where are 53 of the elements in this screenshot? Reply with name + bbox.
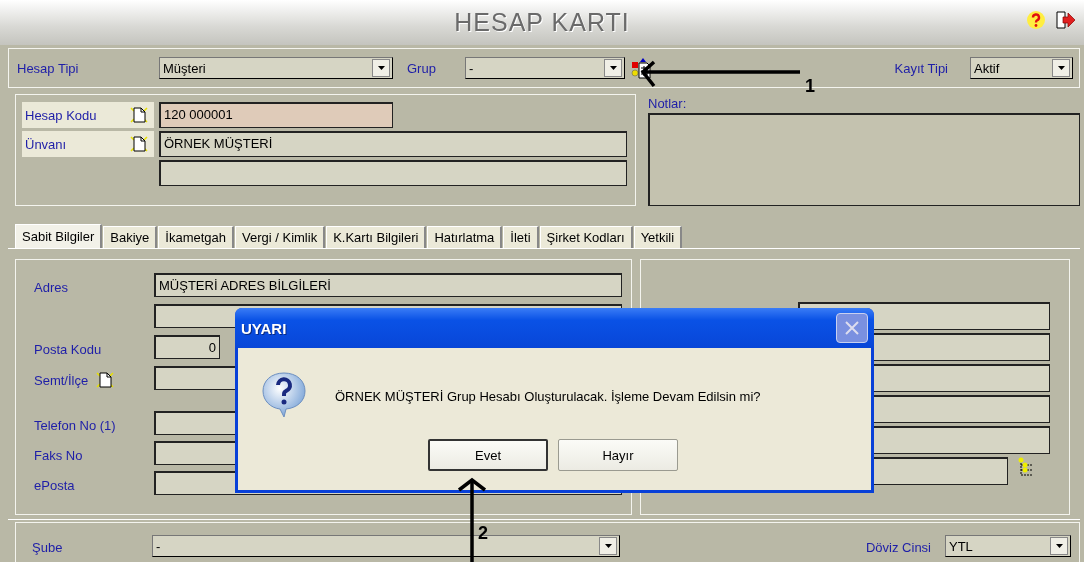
field-label: Kayıt Tipi: [894, 60, 948, 76]
dialog-button[interactable]: Hayır: [558, 439, 678, 471]
exit-icon: [1054, 10, 1076, 30]
caret-icon: [604, 544, 612, 548]
tab[interactable]: İkametgah: [158, 226, 234, 248]
tab[interactable]: Sabit Bilgiler: [15, 224, 103, 248]
tree-icon: [1017, 457, 1035, 477]
caret-icon: [377, 66, 385, 70]
field-label: ePosta: [34, 477, 75, 493]
annotation-number: 1: [805, 76, 815, 97]
text-field[interactable]: ÖRNEK MÜŞTERİ: [159, 131, 627, 157]
text-field[interactable]: 0: [154, 335, 220, 359]
dialog-message: ÖRNEK MÜŞTERİ Grup Hesabı Oluşturulacak. İşleme Devam Edilsin mi?: [335, 387, 761, 404]
caret-icon: [1057, 66, 1065, 70]
new-document-icon: [128, 105, 150, 125]
text-field[interactable]: MÜŞTERİ ADRES BİLGİLERİ: [154, 273, 622, 297]
field-label: Faks No: [34, 447, 83, 463]
dropdown[interactable]: Aktif: [970, 57, 1073, 79]
tab[interactable]: Yetkili: [633, 226, 683, 248]
notes-label: Notlar:: [648, 96, 688, 111]
tab[interactable]: Vergi / Kimlik: [235, 226, 326, 248]
text-field[interactable]: [159, 160, 627, 186]
field-label: Adres: [34, 279, 68, 295]
dropdown[interactable]: Müşteri: [159, 57, 393, 79]
field-label: Semt/İlçe: [34, 372, 89, 388]
tab[interactable]: Bakiye: [103, 226, 158, 248]
dialog-button[interactable]: Evet: [428, 439, 548, 471]
field-label: Şube: [32, 539, 64, 555]
tab[interactable]: K.Kartı Bilgileri: [326, 226, 427, 248]
dialog-title: UYARI: [241, 319, 287, 337]
notes-field[interactable]: [648, 113, 1080, 206]
new-document-icon: [128, 134, 150, 154]
label-text: Hesap Kodu: [25, 107, 97, 123]
field-label: Grup: [407, 60, 437, 76]
tab[interactable]: Şirket Kodları: [539, 226, 633, 248]
new-document-icon: [94, 370, 117, 390]
field-label: Telefon No (1): [34, 417, 116, 433]
group-document-icon: [631, 57, 651, 79]
dropdown[interactable]: YTL: [945, 535, 1071, 557]
label-text: Ünvanı: [25, 136, 67, 152]
question-icon: [259, 370, 309, 418]
tab[interactable]: Hatırlatma: [427, 226, 503, 248]
caret-icon: [609, 66, 617, 70]
text-field[interactable]: 120 000001: [159, 102, 393, 128]
close-icon: [844, 320, 860, 336]
caret-icon: [1055, 544, 1063, 548]
help-icon: [1026, 10, 1046, 30]
field-label: Posta Kodu: [34, 341, 102, 357]
field-label: Döviz Cinsi: [866, 539, 931, 555]
field-label: Hesap Tipi: [17, 60, 80, 76]
window-title: HESAP KARTI: [454, 8, 630, 37]
dropdown[interactable]: -: [465, 57, 625, 79]
tab[interactable]: İleti: [503, 226, 539, 248]
